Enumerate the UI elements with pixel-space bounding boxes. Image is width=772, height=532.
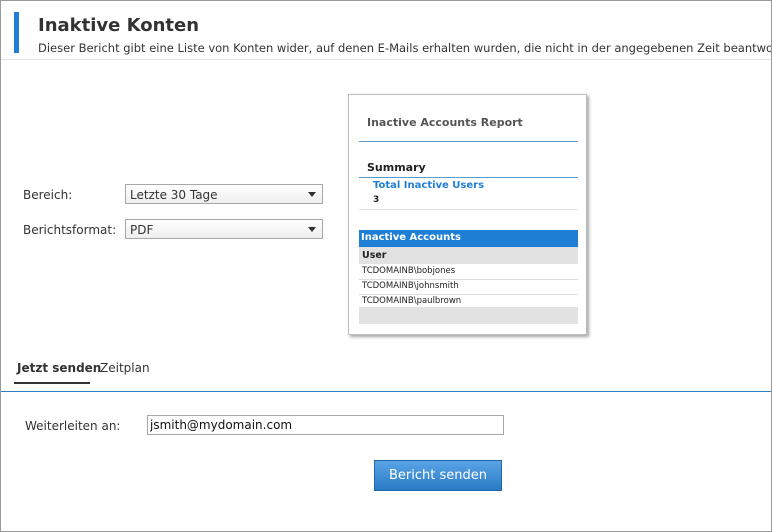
page-description: Dieser Bericht gibt eine Liste von Konte…: [38, 41, 772, 55]
send-report-button[interactable]: Bericht senden: [374, 460, 502, 491]
forward-email-input[interactable]: [147, 415, 504, 435]
table-cell-user: TCDOMAINB\bobjones: [362, 266, 456, 276]
preview-summary-rule: [359, 177, 578, 178]
active-tab-indicator: [14, 382, 90, 384]
preview-separator: [359, 209, 578, 210]
table-row: TCDOMAINB\bobjones: [359, 264, 578, 280]
preview-footer-bar: [359, 307, 578, 324]
table-cell-user: TCDOMAINB\paulbrown: [362, 296, 462, 306]
preview-column-header: User: [359, 247, 578, 264]
report-preview: Inactive Accounts Report Summary Total I…: [348, 94, 587, 335]
header-divider: [1, 59, 771, 60]
preview-summary-heading: Summary: [367, 161, 426, 174]
preview-section-header: Inactive Accounts: [359, 230, 578, 247]
preview-title-rule: [359, 141, 578, 142]
table-row: TCDOMAINB\johnsmith: [359, 279, 578, 295]
page-title: Inaktive Konten: [38, 15, 200, 36]
format-select[interactable]: PDF: [125, 219, 323, 239]
range-select[interactable]: Letzte 30 Tage: [125, 184, 323, 204]
preview-total-label: Total Inactive Users: [373, 180, 485, 191]
preview-column-label: User: [362, 250, 387, 261]
tab-send-now[interactable]: Jetzt senden: [17, 361, 101, 375]
range-select-value: Letzte 30 Tage: [130, 188, 218, 202]
table-cell-user: TCDOMAINB\johnsmith: [362, 281, 459, 291]
tab-schedule[interactable]: Zeitplan: [100, 361, 150, 375]
format-select-value: PDF: [130, 223, 154, 237]
chevron-down-icon: [308, 192, 316, 197]
preview-total-value: 3: [373, 195, 380, 205]
format-label: Berichtsformat:: [23, 223, 117, 237]
forward-label: Weiterleiten an:: [25, 419, 121, 433]
range-label: Bereich:: [23, 188, 73, 202]
preview-section-heading: Inactive Accounts: [361, 232, 461, 243]
report-window: Inaktive Konten Dieser Bericht gibt eine…: [0, 0, 772, 532]
tab-divider: [1, 391, 771, 392]
chevron-down-icon: [308, 227, 316, 232]
preview-title: Inactive Accounts Report: [367, 116, 523, 129]
title-accent-bar: [14, 12, 19, 53]
